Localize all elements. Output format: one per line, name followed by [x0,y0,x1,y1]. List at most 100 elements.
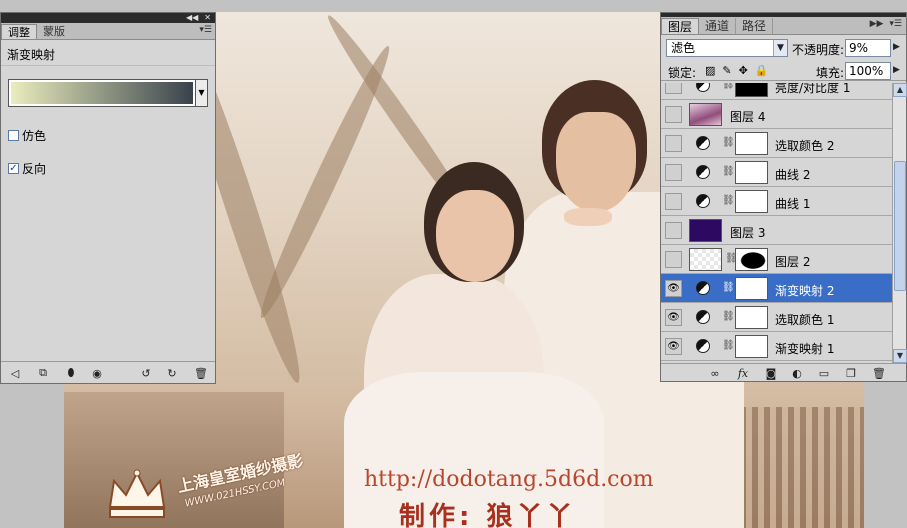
new-layer-icon[interactable]: ❐ [843,365,859,381]
layer-mask-thumbnail[interactable] [735,83,768,97]
layer-mask-thumbnail[interactable] [735,190,768,213]
panel-menu-icon[interactable]: ▾☰ [889,19,902,29]
collapse-icon[interactable]: ▶▶ [870,19,884,29]
layer-style-icon[interactable]: fx [735,365,751,381]
trash-icon[interactable]: 🗑 [193,365,209,381]
lock-image-icon[interactable]: ✎ [722,64,731,77]
layers-tabbar: 图层 通道 路径 ▶▶ ▾☰ [661,17,906,35]
back-arrow-icon[interactable]: ◁ [7,365,23,381]
adjustment-layer-icon [696,310,710,324]
layer-row[interactable]: 图层 3 [661,216,892,245]
adjustment-layer-icon [696,339,710,353]
layer-row[interactable]: 图层 4 [661,100,892,129]
mask-link-icon[interactable]: ⛓ [722,137,735,148]
mask-link-icon[interactable]: ⛓ [722,340,735,351]
fill-input[interactable]: 100% [845,62,891,80]
blend-mode-select[interactable]: 滤色 ▼ [666,39,788,57]
delete-layer-icon[interactable]: 🗑 [871,365,887,381]
layer-mask-thumbnail[interactable] [735,132,768,155]
mask-link-icon[interactable]: ⛓ [722,282,735,293]
reverse-label: 反向 [22,161,47,176]
view-previous-icon[interactable]: ↺ [138,365,154,381]
dither-checkbox[interactable] [8,129,19,141]
layer-mask-thumbnail[interactable] [735,335,768,358]
gradient-swatch[interactable] [8,79,196,107]
scroll-down-icon[interactable]: ▼ [893,349,907,363]
expand-view-icon[interactable]: ⧉ [35,365,51,381]
tab-adjustments[interactable]: 调整 [1,24,37,39]
lock-position-icon[interactable]: ✥ [739,64,748,77]
visibility-eye-icon[interactable]: ◉ [89,365,105,381]
layer-name: 选取颜色 2 [775,139,835,153]
tab-layers[interactable]: 图层 [661,18,700,34]
layer-row[interactable]: 👁 ⛓ 渐变映射 2 [661,274,892,303]
add-mask-icon[interactable]: ◙ [763,365,779,381]
panel-titlebar[interactable]: ◀◀ ✕ [1,13,215,23]
tab-masks[interactable]: 蒙版 [37,24,71,39]
visibility-eye-icon[interactable] [665,251,682,268]
visibility-eye-icon[interactable] [665,106,682,123]
new-adjustment-icon[interactable]: ◐ [789,365,805,381]
visibility-eye-icon[interactable]: 👁 [665,280,682,297]
new-group-icon[interactable]: ▭ [816,365,832,381]
dither-label: 仿色 [22,128,47,143]
visibility-eye-icon[interactable] [665,193,682,210]
reset-icon[interactable]: ↻ [164,365,180,381]
lock-transparent-icon[interactable]: ▨ [705,64,715,77]
dither-option[interactable]: 仿色 [8,127,215,143]
reverse-option[interactable]: ✓ 反向 [8,160,215,176]
url-watermark: http://dodotang.5d6d.com [364,467,654,492]
adjustment-title: 渐变映射 [1,40,215,66]
bride-face [436,190,514,282]
layer-mask-thumbnail[interactable] [735,277,768,300]
tab-paths[interactable]: 路径 [736,18,774,34]
layer-row[interactable]: ⛓ 选取颜色 2 [661,129,892,158]
layer-row[interactable]: 👁 ⛓ 渐变映射 1 [661,332,892,361]
layer-thumbnail[interactable] [689,219,722,242]
link-layers-icon[interactable]: ∞ [707,365,723,381]
panel-menu-icon[interactable]: ▾☰ [199,25,212,35]
layer-thumbnail[interactable] [689,103,722,126]
lock-all-icon[interactable]: 🔒 [755,64,769,77]
layer-row[interactable]: ⛓ 曲线 2 [661,158,892,187]
layer-row[interactable]: ⛓ 曲线 1 [661,187,892,216]
fill-slider-arrow-icon[interactable]: ▶ [893,65,900,75]
visibility-eye-icon[interactable] [665,83,682,94]
tab-channels[interactable]: 通道 [699,18,737,34]
gradient-dropdown-icon[interactable]: ▼ [196,79,208,107]
opacity-input[interactable]: 9% [845,39,891,57]
layer-mask-thumbnail[interactable] [735,248,768,271]
layers-scrollbar[interactable]: ▲ ▼ [892,83,907,363]
mask-link-icon[interactable]: ⛓ [722,195,735,206]
adjustments-footer: ◁ ⧉ ⬮ ◉ ↺ ↻ 🗑 [1,361,215,383]
lock-label: 锁定: [668,66,697,80]
opacity-label: 不透明度: [792,43,845,57]
visibility-eye-icon[interactable]: 👁 [665,309,682,326]
mask-link-icon[interactable]: ⛓ [722,83,735,90]
layer-mask-thumbnail[interactable] [735,161,768,184]
reverse-checkbox[interactable]: ✓ [8,162,19,174]
clip-to-layer-icon[interactable]: ⬮ [63,365,79,381]
layer-row[interactable]: ⛓ 亮度/对比度 1 [661,83,892,100]
gradient-picker[interactable]: ▼ [8,79,208,107]
scroll-thumb[interactable] [894,161,906,291]
blend-row: 滤色 ▼ 不透明度: 9% ▶ [661,35,906,59]
close-icon[interactable]: ✕ [204,14,211,22]
collapse-icon[interactable]: ◀◀ [186,14,198,22]
layer-mask-thumbnail[interactable] [735,306,768,329]
chevron-down-icon[interactable]: ▼ [773,40,787,56]
visibility-eye-icon[interactable] [665,135,682,152]
visibility-eye-icon[interactable] [665,164,682,181]
mask-link-icon[interactable]: ⛓ [722,311,735,322]
visibility-eye-icon[interactable] [665,222,682,239]
visibility-eye-icon[interactable]: 👁 [665,338,682,355]
scroll-up-icon[interactable]: ▲ [893,83,907,97]
layer-name: 图层 3 [730,226,766,240]
adjustments-panel: ◀◀ ✕ 调整 蒙版 ▾☰ 渐变映射 ▼ 仿色 ✓ 反向 ◁ ⧉ ⬮ ◉ ↺ ↻… [0,12,216,384]
blend-mode-value: 滤色 [671,41,696,55]
layer-row[interactable]: ⛓ 图层 2 [661,245,892,274]
mask-link-icon[interactable]: ⛓ [722,166,735,177]
layer-row[interactable]: 👁 ⛓ 选取颜色 1 [661,303,892,332]
layer-thumbnail[interactable] [689,248,722,271]
opacity-slider-arrow-icon[interactable]: ▶ [893,42,900,52]
